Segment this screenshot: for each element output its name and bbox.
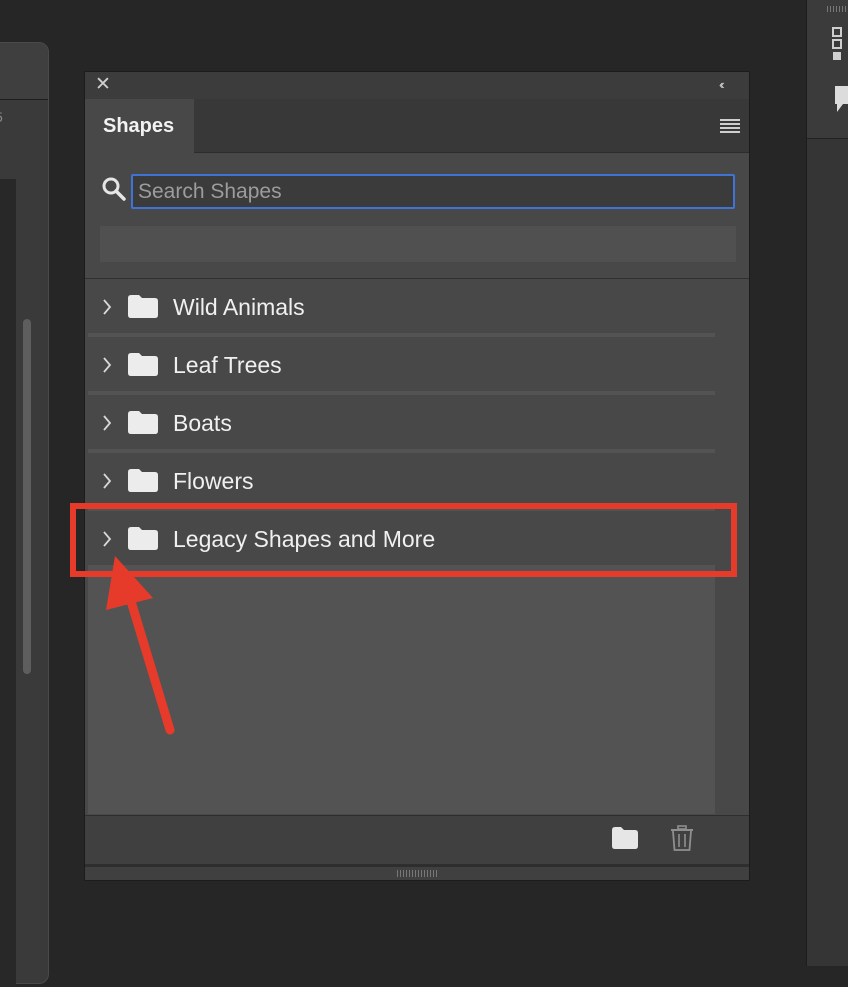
group-item-flowers[interactable]: Flowers xyxy=(88,453,715,509)
chevron-right-icon[interactable] xyxy=(102,298,112,316)
close-panel-button[interactable]: ✕ xyxy=(95,75,111,94)
panel-resize-handle[interactable] xyxy=(85,864,749,880)
left-panel-toolbar xyxy=(0,43,48,100)
shape-preview-bar xyxy=(100,226,736,262)
dock-grip[interactable] xyxy=(827,6,848,12)
right-panel-dock xyxy=(806,0,848,966)
left-document-panel: 5 xyxy=(0,42,49,987)
panel-tabstrip: Shapes xyxy=(85,99,749,154)
new-folder-icon[interactable] xyxy=(612,827,638,849)
resize-grip[interactable] xyxy=(397,870,437,877)
left-panel-scrollbar[interactable] xyxy=(23,319,31,674)
right-dock-tools xyxy=(807,0,848,139)
list-scrollbar-track[interactable] xyxy=(715,279,749,814)
group-label: Wild Animals xyxy=(173,294,305,320)
folder-icon xyxy=(128,469,158,492)
folder-icon xyxy=(128,353,158,376)
tab-shapes[interactable]: Shapes xyxy=(85,99,194,154)
shapes-panel: ✕ ‹‹ Shapes Wild Animals Leaf Trees xyxy=(84,71,750,881)
panel-footer xyxy=(85,815,749,864)
chevron-right-icon[interactable] xyxy=(102,530,112,548)
document-canvas-edge xyxy=(0,179,16,987)
group-item-boats[interactable]: Boats xyxy=(88,395,715,451)
left-panel-partial-text: 5 xyxy=(0,109,3,129)
collapse-panel-button[interactable]: ‹‹ xyxy=(719,76,737,94)
shape-groups-list: Wild Animals Leaf Trees Boats Flowers Le… xyxy=(88,279,715,814)
chevron-right-icon[interactable] xyxy=(102,356,112,374)
search-input[interactable] xyxy=(131,174,735,209)
chevron-right-icon[interactable] xyxy=(102,414,112,432)
group-label: Legacy Shapes and More xyxy=(173,526,436,552)
group-item-wild-animals[interactable]: Wild Animals xyxy=(88,279,715,335)
group-label: Leaf Trees xyxy=(173,352,282,378)
folder-icon xyxy=(128,295,158,318)
folder-icon xyxy=(128,411,158,434)
comment-icon[interactable] xyxy=(833,82,848,118)
trash-icon[interactable] xyxy=(670,825,694,851)
search-row xyxy=(85,153,749,279)
group-label: Flowers xyxy=(173,468,254,494)
search-icon xyxy=(102,177,126,201)
panel-titlebar: ✕ ‹‹ xyxy=(85,72,749,99)
properties-icon[interactable] xyxy=(831,26,848,62)
folder-icon xyxy=(128,527,158,550)
chevron-right-icon[interactable] xyxy=(102,472,112,490)
group-item-leaf-trees[interactable]: Leaf Trees xyxy=(88,337,715,393)
panel-menu-icon[interactable] xyxy=(719,116,741,136)
group-item-legacy-shapes-and-more[interactable]: Legacy Shapes and More xyxy=(88,511,715,567)
group-label: Boats xyxy=(173,410,232,436)
